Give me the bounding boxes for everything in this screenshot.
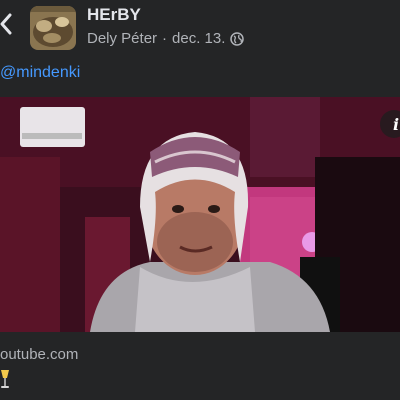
- author-name[interactable]: Dely Péter: [87, 30, 157, 47]
- post-header: HErBY Dely Péter · dec. 13.: [0, 0, 400, 56]
- info-icon: i: [393, 115, 400, 134]
- info-button[interactable]: i: [380, 110, 400, 138]
- champagne-glass-icon: [0, 368, 10, 390]
- post-photo[interactable]: [0, 97, 400, 332]
- group-avatar[interactable]: [30, 6, 76, 50]
- post-date[interactable]: dec. 13.: [172, 30, 225, 47]
- globe-icon: [230, 31, 245, 46]
- chevron-left-icon: [0, 13, 12, 35]
- back-button[interactable]: [0, 10, 14, 38]
- link-domain[interactable]: outube.com: [0, 346, 78, 363]
- group-name[interactable]: HErBY: [87, 5, 141, 25]
- mention-link[interactable]: @mindenki: [0, 64, 80, 82]
- post-meta: Dely Péter · dec. 13.: [87, 30, 245, 47]
- meta-separator: ·: [162, 30, 168, 47]
